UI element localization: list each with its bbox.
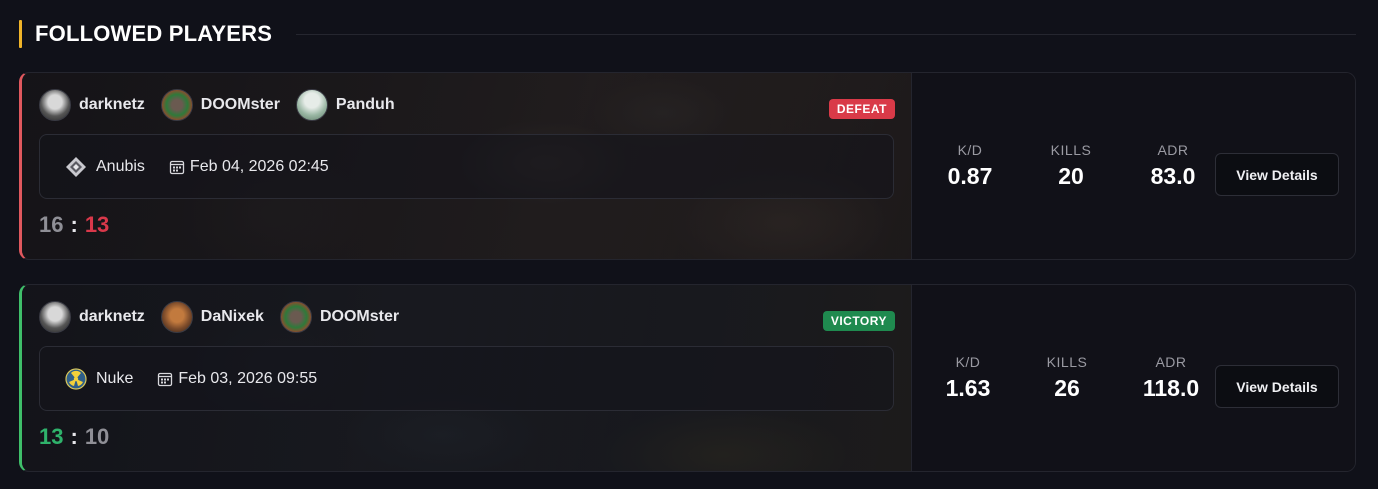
stat-label: KILLS — [1046, 354, 1088, 370]
player-item[interactable]: DOOMster — [279, 301, 400, 333]
team-score: 16 — [39, 212, 64, 237]
avatar — [39, 301, 71, 333]
match-info-box: Nuke Feb 03, 2026 09:55 — [39, 346, 894, 411]
header-divider — [296, 33, 1356, 35]
stat-value: 83.0 — [1150, 163, 1196, 189]
player-name: darknetz — [79, 308, 145, 325]
avatar — [39, 89, 71, 121]
player-name: DaNixek — [200, 308, 264, 325]
match-score: 13 : 10 — [39, 422, 109, 452]
stat-label: K/D — [957, 142, 983, 158]
match-summary: darknetz DaNixek DOOMster VICTORY Nuke F… — [22, 285, 911, 471]
avatar — [160, 89, 193, 121]
stat-value: 0.87 — [947, 163, 993, 189]
player-name: DOOMster — [319, 308, 400, 325]
match-summary: darknetz DOOMster Panduh DEFEAT Anubis F… — [22, 73, 911, 259]
player-name: DOOMster — [200, 96, 280, 113]
player-item[interactable]: DOOMster — [160, 89, 280, 121]
stat-kd: K/D 1.63 — [946, 285, 991, 471]
player-name: darknetz — [79, 96, 145, 113]
score-separator: : — [70, 212, 78, 237]
stat-adr: ADR 118.0 — [1143, 285, 1199, 471]
stat-kd: K/D 0.87 — [948, 73, 993, 259]
player-item[interactable]: darknetz — [39, 89, 145, 121]
player-list: darknetz DOOMster Panduh — [39, 89, 411, 121]
match-info-box: Anubis Feb 04, 2026 02:45 — [39, 134, 894, 199]
stat-value: 20 — [1058, 163, 1084, 189]
enemy-score: 10 — [84, 424, 110, 449]
result-badge: DEFEAT — [828, 99, 895, 119]
stat-value: 26 — [1054, 375, 1080, 401]
match-card[interactable]: darknetz DOOMster Panduh DEFEAT Anubis F… — [19, 72, 1356, 260]
avatar — [295, 89, 328, 121]
team-score: 13 — [39, 424, 64, 449]
map-name: Anubis — [96, 157, 145, 175]
calendar-icon — [157, 371, 173, 387]
stat-adr: ADR 83.0 — [1151, 73, 1196, 259]
stat-label: KILLS — [1050, 142, 1092, 158]
player-stats-panel: K/D 1.63 KILLS 26 ADR 118.0 View Details — [911, 285, 1355, 471]
player-item[interactable]: darknetz — [39, 301, 145, 333]
header-accent-bar — [19, 20, 22, 48]
match-date: Feb 03, 2026 09:55 — [178, 369, 318, 387]
stat-value: 1.63 — [945, 375, 991, 401]
view-details-button[interactable]: View Details — [1215, 365, 1339, 408]
stat-label: ADR — [1157, 142, 1189, 158]
stat-label: K/D — [955, 354, 981, 370]
section-header: FOLLOWED PLAYERS — [19, 20, 1356, 48]
view-details-button[interactable]: View Details — [1215, 153, 1339, 196]
player-stats-panel: K/D 0.87 KILLS 20 ADR 83.0 View Details — [911, 73, 1355, 259]
player-list: darknetz DaNixek DOOMster — [39, 301, 415, 333]
player-item[interactable]: DaNixek — [160, 301, 264, 333]
section-title: FOLLOWED PLAYERS — [35, 21, 273, 46]
map-name: Nuke — [96, 369, 134, 387]
stat-kills: KILLS 26 — [1047, 285, 1088, 471]
player-item[interactable]: Panduh — [295, 89, 395, 121]
nuke-map-icon — [64, 367, 88, 391]
result-badge: VICTORY — [822, 311, 895, 331]
enemy-score: 13 — [84, 212, 110, 237]
player-name: Panduh — [335, 96, 395, 113]
avatar — [160, 301, 193, 333]
stat-kills: KILLS 20 — [1051, 73, 1092, 259]
match-date: Feb 04, 2026 02:45 — [189, 157, 329, 175]
match-card[interactable]: darknetz DaNixek DOOMster VICTORY Nuke F… — [19, 284, 1356, 472]
match-score: 16 : 13 — [39, 210, 109, 240]
anubis-map-icon — [64, 155, 88, 179]
stat-label: ADR — [1155, 354, 1187, 370]
score-separator: : — [70, 424, 78, 449]
stat-value: 118.0 — [1142, 375, 1200, 401]
calendar-icon — [169, 159, 185, 175]
avatar — [279, 301, 312, 333]
